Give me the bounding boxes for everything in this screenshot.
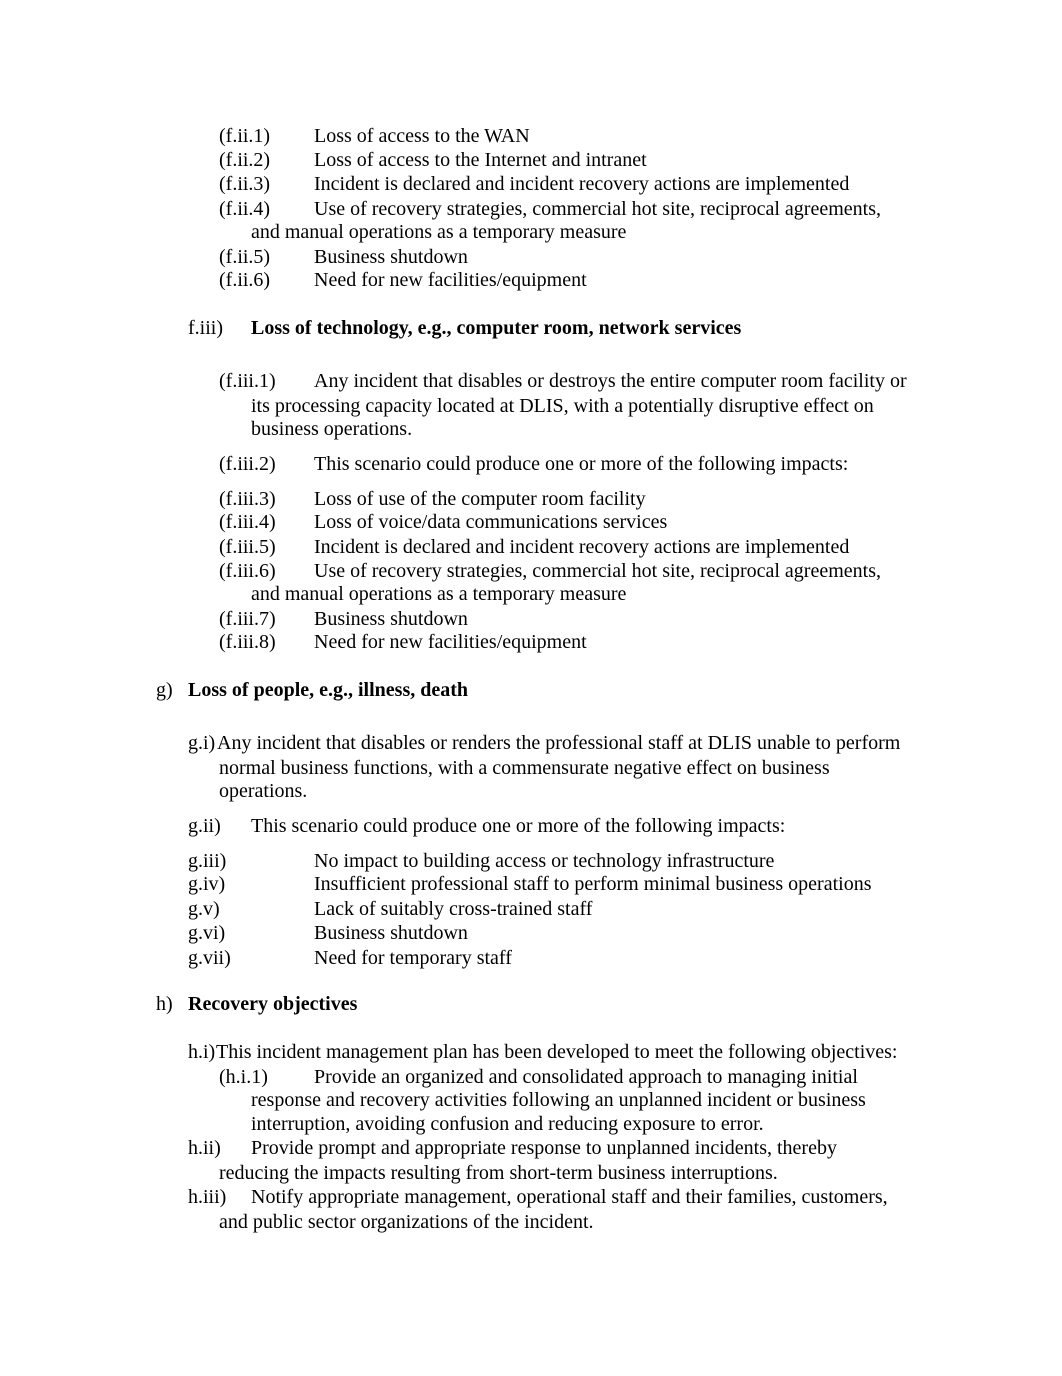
item-text: Need for new facilities/equipment [314,269,587,291]
document-page: (f.ii.1) Loss of access to the WAN (f.ii… [0,0,1062,1376]
item-number: (f.iii.3) [219,488,276,510]
item-text: This scenario could produce one or more … [251,815,786,837]
item-text: Any incident that disables or renders th… [217,732,901,754]
item-number: (f.ii.6) [219,269,271,291]
item-text-continued: its processing capacity located at DLIS,… [251,395,874,417]
item-number: h.iii) [188,1186,227,1208]
item-text: Use of recovery strategies, commercial h… [314,198,881,220]
item-text: Use of recovery strategies, commercial h… [314,560,881,582]
section-heading: Loss of people, e.g., illness, death [188,679,469,701]
item-number: g.vii) [188,947,231,969]
item-text: Business shutdown [314,922,468,944]
item-number: g.ii) [188,815,221,837]
item-text: Incident is declared and incident recove… [314,536,850,558]
item-text: No impact to building access or technolo… [314,850,775,872]
item-text: This incident management plan has been d… [216,1041,898,1063]
item-text: Loss of use of the computer room facilit… [314,488,646,510]
item-number: (f.iii.2) [219,453,276,475]
item-text: Loss of access to the Internet and intra… [314,149,647,171]
item-text: Provide prompt and appropriate response … [251,1137,837,1159]
item-text-continued: and public sector organizations of the i… [219,1211,594,1233]
item-number: (f.ii.5) [219,246,271,268]
section-number: h) [156,993,173,1015]
item-number: h.i) [188,1041,216,1063]
item-text: Need for temporary staff [314,947,512,969]
item-number: (f.ii.4) [219,198,271,220]
item-text-continued: response and recovery activities followi… [251,1089,866,1111]
section-heading: Loss of technology, e.g., computer room,… [251,317,742,339]
item-text-continued: and manual operations as a temporary mea… [251,583,627,605]
item-number: g.v) [188,898,220,920]
item-text-continued: operations. [219,780,308,802]
item-text-continued: business operations. [251,418,413,440]
item-number: (f.ii.2) [219,149,271,171]
item-text-continued: interruption, avoiding confusion and red… [251,1113,764,1135]
item-number: (h.i.1) [219,1066,268,1088]
section-number: f.iii) [188,317,223,339]
item-text: Business shutdown [314,608,468,630]
section-heading: Recovery objectives [188,993,358,1015]
item-text-continued: reducing the impacts resulting from shor… [219,1162,778,1184]
item-number: (f.iii.5) [219,536,276,558]
item-number: (f.iii.6) [219,560,276,582]
item-number: g.i) [188,732,216,754]
item-text: This scenario could produce one or more … [314,453,849,475]
item-number: g.iv) [188,873,226,895]
item-number: g.iii) [188,850,227,872]
item-number: (f.ii.3) [219,173,271,195]
item-number: g.vi) [188,922,226,944]
item-number: (f.iii.7) [219,608,276,630]
item-text-continued: and manual operations as a temporary mea… [251,221,627,243]
item-text: Insufficient professional staff to perfo… [314,873,872,895]
item-number: (f.ii.1) [219,125,271,147]
item-text: Need for new facilities/equipment [314,631,587,653]
item-text: Business shutdown [314,246,468,268]
item-text-continued: normal business functions, with a commen… [219,757,830,779]
section-number: g) [156,679,173,701]
item-number: h.ii) [188,1137,221,1159]
item-number: (f.iii.8) [219,631,276,653]
item-text: Provide an organized and consolidated ap… [314,1066,858,1088]
item-text: Loss of access to the WAN [314,125,530,147]
item-text: Loss of voice/data communications servic… [314,511,668,533]
item-number: (f.iii.4) [219,511,276,533]
item-text: Notify appropriate management, operation… [251,1186,888,1208]
item-text: Incident is declared and incident recove… [314,173,850,195]
item-text: Any incident that disables or destroys t… [314,370,907,392]
item-text: Lack of suitably cross-trained staff [314,898,593,920]
item-number: (f.iii.1) [219,370,276,392]
